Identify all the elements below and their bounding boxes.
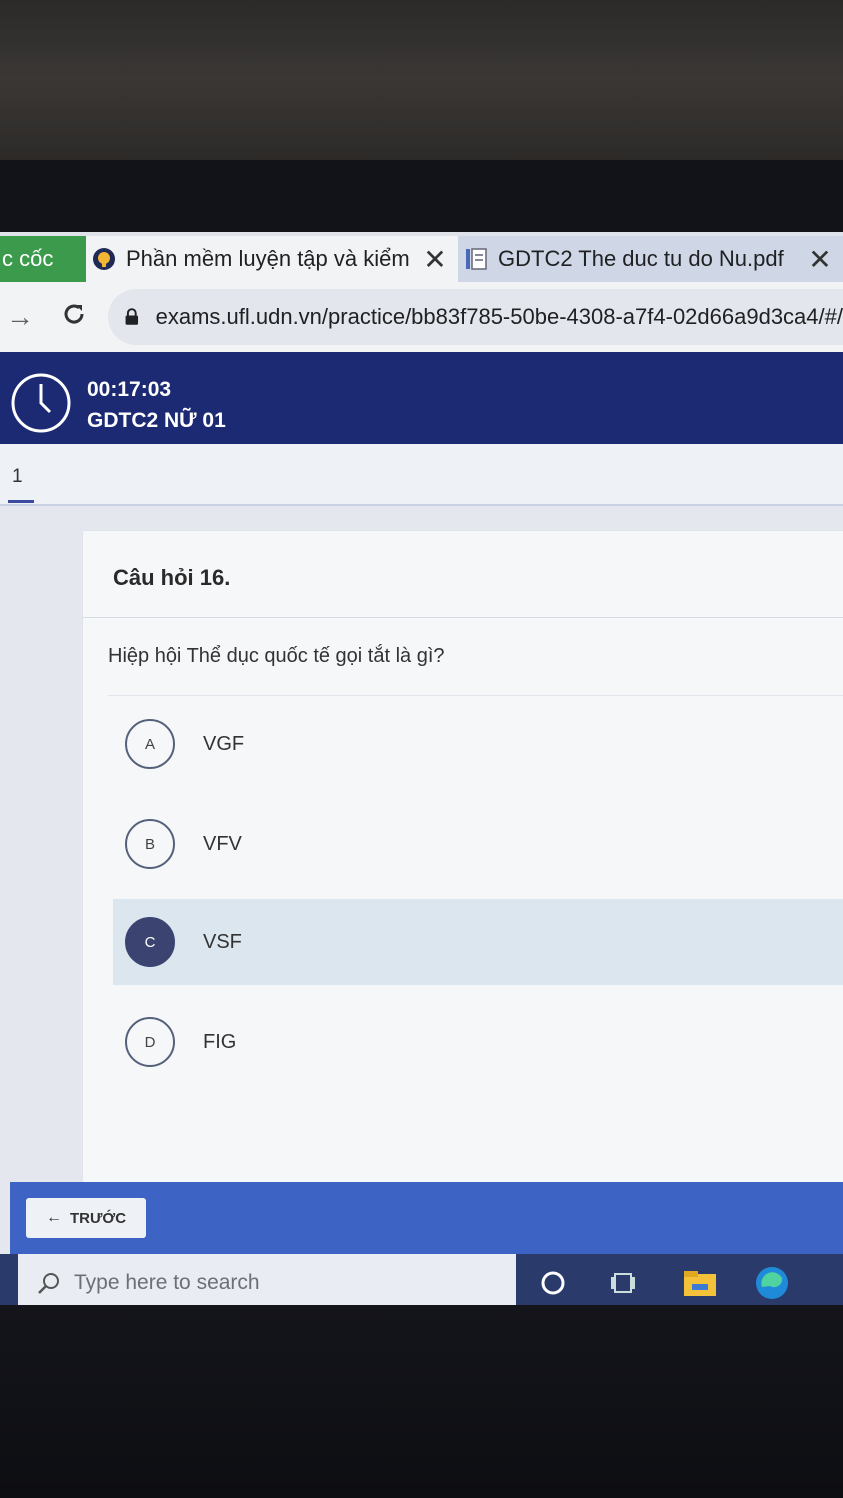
task-view-icon[interactable] — [608, 1268, 638, 1298]
search-placeholder: Type here to search — [74, 1271, 260, 1294]
exam-name: GDTC2 NỮ 01 — [87, 409, 226, 432]
exam-header: 00:17:03 GDTC2 NỮ 01 — [0, 352, 843, 444]
question-title: Câu hỏi 16. — [113, 565, 231, 590]
tab-exam-practice[interactable]: Phần mềm luyện tập và kiểm ✕ — [86, 236, 458, 282]
close-tab-icon[interactable]: ✕ — [420, 243, 450, 276]
question-card: Câu hỏi 16. Hiệp hội Thể dục quốc tế gọi… — [82, 530, 843, 1192]
url-text: exams.ufl.udn.vn/practice/bb83f785-50be-… — [155, 304, 843, 329]
option-b[interactable]: B VFV — [113, 801, 843, 887]
option-text: VSF — [203, 930, 242, 953]
option-letter-circle: C — [125, 917, 175, 967]
question-text: Hiệp hội Thể dục quốc tế gọi tắt là gì? — [108, 645, 445, 667]
option-letter-circle: D — [125, 1017, 175, 1067]
tab-title: Phần mềm luyện tập và kiểm — [126, 246, 410, 271]
browser-toolbar: → exams.ufl.udn.vn/practice/bb83f785-50b… — [0, 282, 843, 352]
page-number-1[interactable]: 1 — [12, 466, 23, 488]
edge-browser-icon[interactable] — [754, 1265, 790, 1301]
question-nav-bar: ← TRƯỚC — [10, 1182, 843, 1256]
previous-button[interactable]: ← TRƯỚC — [26, 1198, 146, 1238]
reload-glyph — [64, 304, 84, 323]
tab-pdf[interactable]: GDTC2 The duc tu do Nu.pdf ✕ — [458, 236, 843, 282]
file-explorer-icon[interactable] — [682, 1268, 718, 1298]
reload-icon[interactable] — [54, 301, 94, 334]
question-pager: 1 — [0, 444, 843, 506]
cortana-icon[interactable] — [538, 1268, 568, 1298]
option-d[interactable]: D FIG — [113, 999, 843, 1085]
tab-title: c cốc — [2, 246, 54, 271]
countdown-timer: 00:17:03 — [87, 378, 172, 401]
option-text: FIG — [203, 1030, 237, 1053]
option-text: VFV — [203, 832, 242, 855]
tab-strip: c cốc Phần mềm luyện tập và kiểm ✕ GDTC2… — [0, 232, 843, 282]
lock-icon — [125, 308, 139, 325]
monitor-bezel-top — [0, 160, 843, 235]
option-c[interactable]: C VSF — [113, 899, 843, 985]
option-letter-circle: B — [125, 819, 175, 869]
clock-icon — [11, 373, 71, 433]
screen: c cốc Phần mềm luyện tập và kiểm ✕ GDTC2… — [0, 232, 843, 1307]
option-text: VGF — [203, 732, 245, 755]
close-tab-icon[interactable]: ✕ — [805, 243, 835, 276]
search-icon — [38, 1273, 59, 1294]
taskbar-search[interactable]: Type here to search — [18, 1254, 516, 1307]
previous-label: TRƯỚC — [69, 1209, 127, 1227]
active-page-indicator — [8, 500, 34, 503]
monitor-bezel-bottom — [0, 1305, 843, 1498]
arrow-left-icon: ← — [45, 1209, 62, 1226]
divider — [108, 695, 843, 696]
photo-background — [0, 0, 843, 175]
divider — [83, 617, 843, 618]
option-a[interactable]: A VGF — [113, 701, 843, 787]
favicon-icon — [93, 248, 115, 270]
address-bar[interactable]: exams.ufl.udn.vn/practice/bb83f785-50be-… — [108, 289, 843, 345]
tab-title: GDTC2 The duc tu do Nu.pdf — [498, 246, 784, 271]
forward-arrow-icon[interactable]: → — [0, 301, 40, 333]
option-letter-circle: A — [125, 719, 175, 769]
pdf-file-icon — [466, 248, 487, 270]
tab-coccoc[interactable]: c cốc — [0, 236, 86, 282]
windows-taskbar: Type here to search — [0, 1254, 843, 1307]
